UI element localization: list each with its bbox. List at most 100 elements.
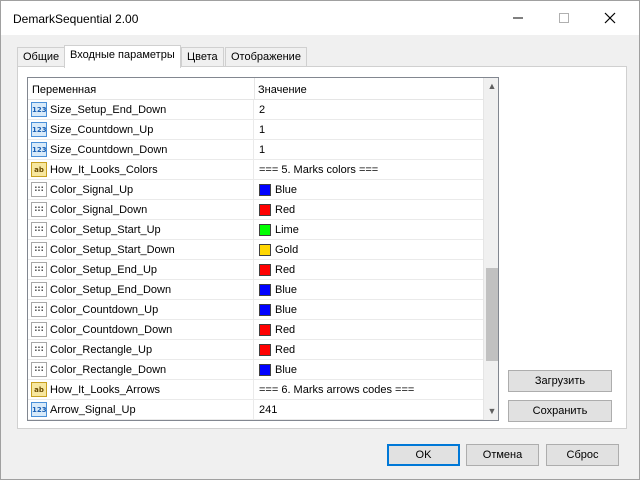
variable-value: === 6. Marks arrows codes === <box>259 384 415 396</box>
variable-cell[interactable]: ::: Color_Countdown_Up <box>28 300 254 320</box>
variable-cell[interactable]: ab How_It_Looks_Arrows <box>28 380 254 400</box>
variable-value: Red <box>275 344 296 356</box>
color-type-icon: ::: <box>31 322 47 337</box>
variable-cell[interactable]: ::: Color_Setup_End_Up <box>28 260 254 280</box>
value-cell[interactable]: Gold <box>255 240 483 260</box>
variable-name: Size_Setup_End_Down <box>50 104 167 116</box>
table-row[interactable]: 123 Arrow_Signal_Up 241 <box>28 400 483 420</box>
tab-display[interactable]: Отображение <box>225 47 307 67</box>
ok-button[interactable]: OK <box>387 444 460 466</box>
grid-scrollbar[interactable]: ▲ ▼ <box>483 78 498 420</box>
table-row[interactable]: ::: Color_Countdown_Up Blue <box>28 300 483 320</box>
table-row[interactable]: ab How_It_Looks_Arrows === 6. Marks arrows… <box>28 380 483 400</box>
table-row[interactable]: ::: Color_Setup_Start_Up Lime <box>28 220 483 240</box>
variable-cell[interactable]: 123 Size_Countdown_Down <box>28 140 254 160</box>
variable-value: Lime <box>275 224 299 236</box>
value-cell[interactable]: Red <box>255 200 483 220</box>
table-row[interactable]: ::: Color_Rectangle_Down Blue <box>28 360 483 380</box>
load-button[interactable]: Загрузить <box>508 370 612 392</box>
minimize-icon <box>513 17 523 19</box>
value-cell[interactable]: === 5. Marks colors === <box>255 160 483 180</box>
tab-general[interactable]: Общие <box>17 47 66 67</box>
variable-cell[interactable]: 123 Arrow_Signal_Up <box>28 400 254 420</box>
variable-value: 2 <box>259 104 266 116</box>
cancel-button[interactable]: Отмена <box>466 444 539 466</box>
reset-button[interactable]: Сброс <box>546 444 619 466</box>
value-cell[interactable]: Red <box>255 260 483 280</box>
value-cell[interactable]: Red <box>255 320 483 340</box>
variable-value: === 5. Marks colors === <box>259 164 379 176</box>
column-header-variable[interactable]: Переменная <box>32 78 96 100</box>
value-cell[interactable]: === 6. Marks arrows codes === <box>255 380 483 400</box>
scroll-down-arrow-icon[interactable]: ▼ <box>484 403 498 420</box>
variable-name: Color_Signal_Down <box>50 204 148 216</box>
table-row[interactable]: ::: Color_Setup_End_Down Blue <box>28 280 483 300</box>
variable-cell[interactable]: ::: Color_Rectangle_Up <box>28 340 254 360</box>
scroll-thumb[interactable] <box>486 268 498 361</box>
value-cell[interactable]: Blue <box>255 180 483 200</box>
value-cell[interactable]: Lime <box>255 220 483 240</box>
variable-cell[interactable]: ::: Color_Setup_Start_Down <box>28 240 254 260</box>
column-header-value[interactable]: Значение <box>258 78 307 100</box>
variable-cell[interactable]: ::: Color_Rectangle_Down <box>28 360 254 380</box>
save-button[interactable]: Сохранить <box>508 400 612 422</box>
variable-name: Color_Rectangle_Up <box>50 344 153 356</box>
color-swatch <box>259 244 271 256</box>
value-cell[interactable]: Blue <box>255 300 483 320</box>
value-cell[interactable]: 1 <box>255 120 483 140</box>
table-row[interactable]: 123 Size_Countdown_Up 1 <box>28 120 483 140</box>
variable-name: Size_Countdown_Up <box>50 124 154 136</box>
table-row[interactable]: ::: Color_Signal_Up Blue <box>28 180 483 200</box>
color-type-icon: ::: <box>31 202 47 217</box>
variable-value: Red <box>275 324 296 336</box>
table-row[interactable]: 123 Size_Setup_End_Down 2 <box>28 100 483 120</box>
parameters-grid: Переменная Значение 123 Size_Setup_End_Do… <box>27 77 499 421</box>
close-icon <box>604 12 616 24</box>
variable-cell[interactable]: 123 Size_Setup_End_Down <box>28 100 254 120</box>
numeric-type-icon: 123 <box>31 102 47 117</box>
value-cell[interactable]: 2 <box>255 100 483 120</box>
grid-header: Переменная Значение <box>28 78 483 100</box>
color-swatch <box>259 364 271 376</box>
scroll-up-arrow-icon[interactable]: ▲ <box>484 78 498 95</box>
table-row[interactable]: ::: Color_Signal_Down Red <box>28 200 483 220</box>
variable-value: 241 <box>259 404 278 416</box>
table-row[interactable]: 123 Size_Countdown_Down 1 <box>28 140 483 160</box>
value-cell[interactable]: Blue <box>255 280 483 300</box>
variable-value: Red <box>275 204 296 216</box>
variable-name: How_It_Looks_Colors <box>50 164 158 176</box>
variable-value: 1 <box>259 124 266 136</box>
minimize-button[interactable] <box>495 1 541 35</box>
color-type-icon: ::: <box>31 362 47 377</box>
value-cell[interactable]: 1 <box>255 140 483 160</box>
variable-cell[interactable]: ab How_It_Looks_Colors <box>28 160 254 180</box>
table-row[interactable]: ::: Color_Setup_End_Up Red <box>28 260 483 280</box>
variable-cell[interactable]: 123 Size_Countdown_Up <box>28 120 254 140</box>
variable-cell[interactable]: ::: Color_Countdown_Down <box>28 320 254 340</box>
close-button[interactable] <box>587 1 633 35</box>
color-swatch <box>259 304 271 316</box>
value-cell[interactable]: Red <box>255 340 483 360</box>
variable-cell[interactable]: ::: Color_Setup_Start_Up <box>28 220 254 240</box>
variable-value: Blue <box>275 284 298 296</box>
variable-name: How_It_Looks_Arrows <box>50 384 161 396</box>
color-swatch <box>259 264 271 276</box>
table-row[interactable]: ::: Color_Countdown_Down Red <box>28 320 483 340</box>
table-row[interactable]: ::: Color_Setup_Start_Down Gold <box>28 240 483 260</box>
variable-cell[interactable]: ::: Color_Signal_Up <box>28 180 254 200</box>
table-row[interactable]: ab How_It_Looks_Colors === 5. Marks colors… <box>28 160 483 180</box>
variable-cell[interactable]: ::: Color_Signal_Down <box>28 200 254 220</box>
tab-input-parameters[interactable]: Входные параметры <box>64 45 181 68</box>
variable-cell[interactable]: ::: Color_Setup_End_Down <box>28 280 254 300</box>
variable-value: Blue <box>275 304 298 316</box>
tab-colors[interactable]: Цвета <box>181 47 224 67</box>
string-type-icon: ab <box>31 162 47 177</box>
value-cell[interactable]: 241 <box>255 400 483 420</box>
maximize-icon <box>559 13 569 23</box>
variable-value: Gold <box>275 244 299 256</box>
color-swatch <box>259 324 271 336</box>
value-cell[interactable]: Blue <box>255 360 483 380</box>
variable-name: Color_Rectangle_Down <box>50 364 167 376</box>
maximize-button[interactable] <box>541 1 587 35</box>
table-row[interactable]: ::: Color_Rectangle_Up Red <box>28 340 483 360</box>
